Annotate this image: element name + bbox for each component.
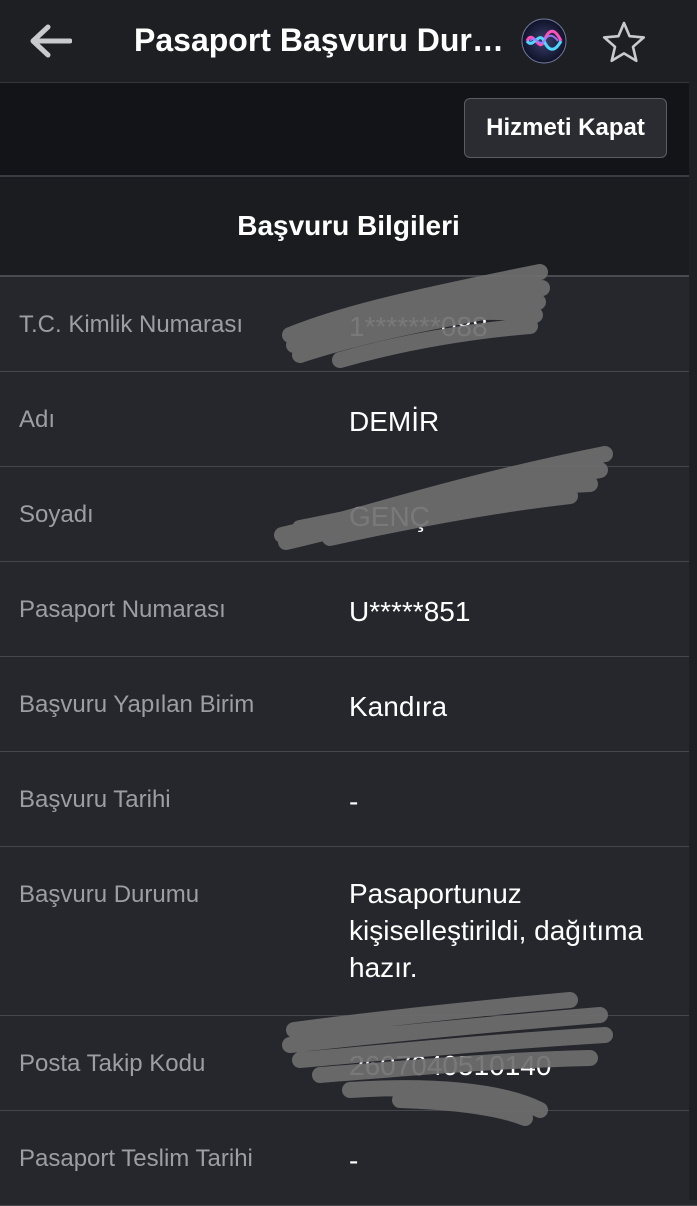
info-value: - [349, 786, 359, 817]
back-button[interactable] [22, 18, 78, 64]
info-value: DEMİR [349, 406, 440, 437]
siri-icon [521, 18, 567, 64]
info-row-pasaport-numarasi: Pasaport Numarası U*****851 [0, 562, 697, 657]
info-label: Soyadı [19, 501, 94, 528]
info-value: 2607040510140 [349, 1050, 552, 1081]
info-label: Başvuru Durumu [19, 881, 200, 908]
info-value: GENÇ [349, 501, 430, 532]
info-row-tc-kimlik: T.C. Kimlik Numarası 1*******088 [0, 277, 697, 372]
info-value: - [349, 1145, 359, 1176]
info-row-basvuru-durumu: Başvuru Durumu Pasaportunuz kişiselleşti… [0, 847, 697, 1016]
info-row-soyadi: Soyadı GENÇ [0, 467, 697, 562]
siri-button[interactable] [521, 18, 567, 64]
arrow-left-icon [30, 24, 72, 58]
info-row-posta-takip-kodu: Posta Takip Kodu 2607040510140 [0, 1016, 697, 1111]
info-label: T.C. Kimlik Numarası [19, 311, 244, 338]
section-title: Başvuru Bilgileri [0, 177, 697, 277]
info-label: Başvuru Tarihi [19, 786, 171, 813]
star-outline-icon [602, 21, 646, 63]
action-toolbar: Hizmeti Kapat [0, 83, 697, 177]
info-row-basvuru-birim: Başvuru Yapılan Birim Kandıra [0, 657, 697, 752]
page-title: Pasaport Başvuru Durum Sorgulama [134, 22, 510, 58]
application-info-list: T.C. Kimlik Numarası 1*******088 Adı DEM… [0, 277, 697, 1206]
info-row-adi: Adı DEMİR [0, 372, 697, 467]
info-value: Kandıra [349, 691, 448, 722]
close-service-button[interactable]: Hizmeti Kapat [464, 98, 667, 158]
favorite-button[interactable] [600, 18, 648, 66]
info-row-basvuru-tarihi: Başvuru Tarihi - [0, 752, 697, 847]
info-row-teslim-tarihi: Pasaport Teslim Tarihi - [0, 1111, 697, 1206]
scroll-rail [689, 82, 697, 1200]
app-header: Pasaport Başvuru Durum Sorgulama [0, 0, 697, 83]
info-label: Başvuru Yapılan Birim [19, 691, 255, 718]
info-label: Pasaport Teslim Tarihi [19, 1145, 253, 1172]
info-label: Posta Takip Kodu [19, 1050, 206, 1077]
info-value: U*****851 [349, 596, 471, 627]
info-label: Pasaport Numarası [19, 596, 226, 623]
info-value: 1*******088 [349, 311, 488, 342]
info-value: Pasaportunuz kişiselleştirildi, dağıtıma… [349, 878, 644, 983]
info-label: Adı [19, 406, 56, 433]
